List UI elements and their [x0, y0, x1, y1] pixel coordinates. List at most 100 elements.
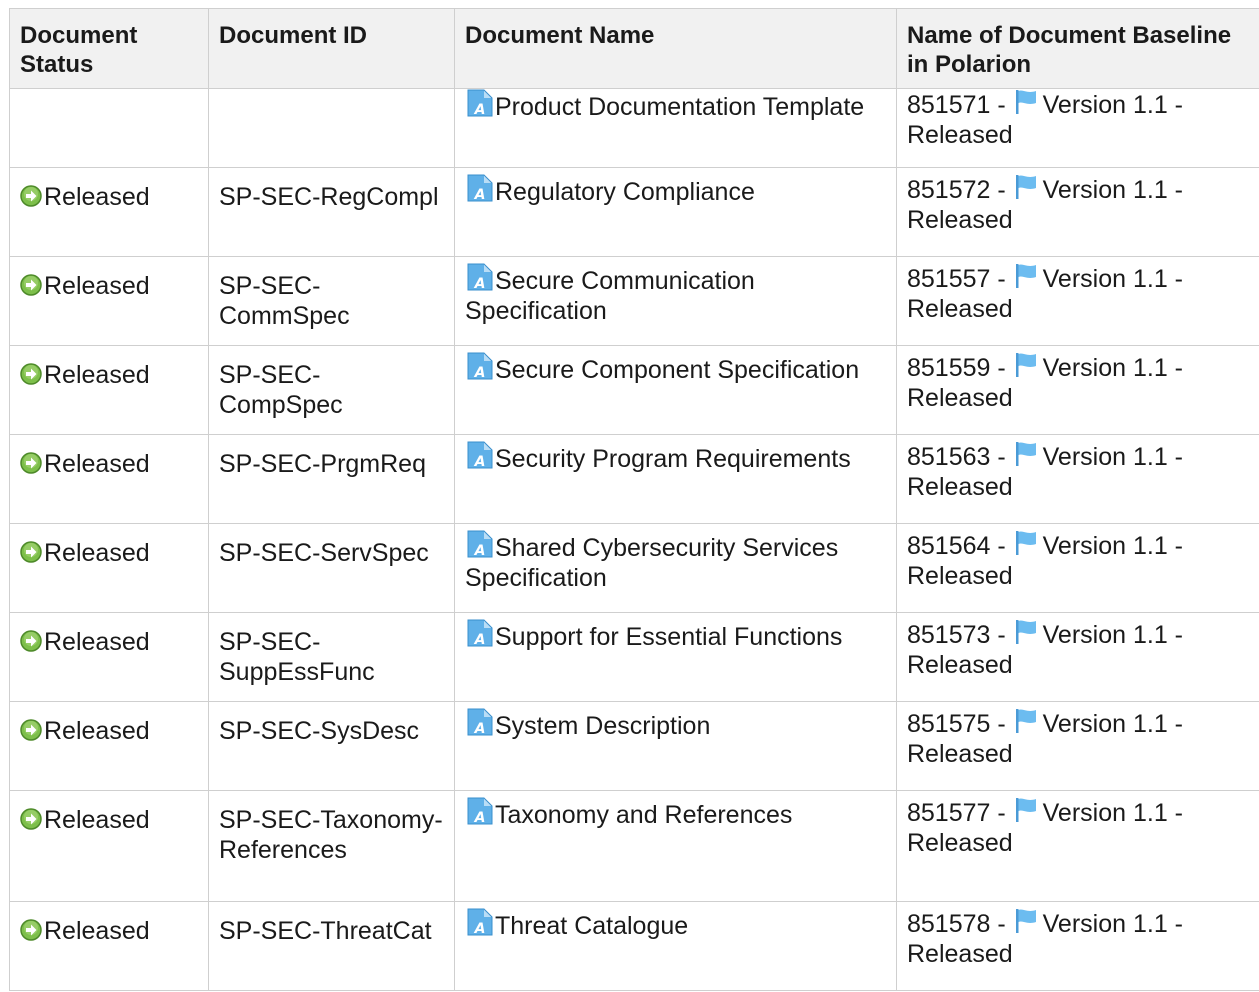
document-name-cell[interactable]: A Threat Catalogue — [454, 901, 897, 991]
header-document-status[interactable]: Document Status — [9, 8, 209, 89]
status-label: Released — [44, 806, 150, 834]
document-name-link[interactable]: Secure Component Specification — [495, 356, 859, 384]
document-id-cell: SP-SEC-PrgmReq — [208, 434, 455, 524]
document-id-cell: SP-SEC-Taxonomy-References — [208, 790, 455, 902]
baseline-flag-icon — [1013, 797, 1039, 823]
document-icon: A — [465, 352, 493, 381]
document-id: SP-SEC-ThreatCat — [219, 917, 432, 945]
header-document-id[interactable]: Document ID — [208, 8, 455, 89]
document-name-cell[interactable]: A System Description — [454, 701, 897, 791]
baseline-id: 851575 - — [907, 710, 1013, 738]
status-label: Released — [44, 450, 150, 478]
status-cell: Released — [9, 701, 209, 791]
document-id: SP-SEC-RegCompl — [219, 183, 439, 211]
document-name-cell[interactable]: A Support for Essential Functions — [454, 612, 897, 702]
released-status-icon — [20, 718, 42, 741]
baseline-flag-icon — [1013, 174, 1039, 200]
released-status-icon — [20, 184, 42, 207]
document-icon: A — [465, 797, 493, 826]
document-name-cell[interactable]: A Regulatory Compliance — [454, 167, 897, 257]
released-status-icon — [20, 451, 42, 474]
document-icon: A — [465, 174, 493, 203]
table-row: Released SP-SEC-SysDesc A System Descrip… — [9, 701, 1259, 791]
released-status-icon — [20, 807, 42, 830]
baseline-cell: 851573 - Version 1.1 - Released — [896, 612, 1259, 702]
table-header-row: Document Status Document ID Document Nam… — [9, 8, 1259, 89]
released-status-icon — [20, 918, 42, 941]
status-cell: Released — [9, 345, 209, 435]
status-cell: Released — [9, 901, 209, 991]
document-name-link[interactable]: Shared Cybersecurity Services Specificat… — [465, 534, 838, 592]
document-name-cell[interactable]: A Taxonomy and References — [454, 790, 897, 902]
document-id: SP-SEC-PrgmReq — [219, 450, 426, 478]
baseline-cell: 851563 - Version 1.1 - Released — [896, 434, 1259, 524]
status-cell: Released — [9, 167, 209, 257]
document-id: SP-SEC-SysDesc — [219, 717, 420, 745]
status-label: Released — [44, 917, 150, 945]
table-row: Released SP-SEC-SuppEssFunc A Support fo… — [9, 612, 1259, 702]
documents-table-container: Document Status Document ID Document Nam… — [9, 8, 1259, 991]
document-name-cell[interactable]: A Product Documentation Template — [454, 88, 897, 168]
released-status-icon — [20, 273, 42, 296]
table-row: Released SP-SEC-Taxonomy-References A Ta… — [9, 790, 1259, 902]
header-baseline-name[interactable]: Name of Document Baseline in Polarion — [896, 8, 1259, 89]
document-name-link[interactable]: Security Program Requirements — [495, 445, 851, 473]
released-status-icon — [20, 540, 42, 563]
baseline-cell: 851557 - Version 1.1 - Released — [896, 256, 1259, 346]
table-body: A Product Documentation Template 851571 … — [9, 88, 1259, 991]
document-id-cell: SP-SEC-CommSpec — [208, 256, 455, 346]
baseline-flag-icon — [1013, 530, 1039, 556]
document-id: SP-SEC-CommSpec — [219, 272, 350, 330]
baseline-cell: 851559 - Version 1.1 - Released — [896, 345, 1259, 435]
svg-text:A: A — [474, 187, 486, 202]
baseline-id: 851572 - — [907, 176, 1013, 204]
header-document-name[interactable]: Document Name — [454, 8, 897, 89]
status-label: Released — [44, 183, 150, 211]
document-name-cell[interactable]: A Secure Component Specification — [454, 345, 897, 435]
status-cell: Released — [9, 256, 209, 346]
document-name-link[interactable]: Threat Catalogue — [495, 912, 688, 940]
documents-table: Document Status Document ID Document Nam… — [9, 8, 1259, 991]
baseline-id: 851578 - — [907, 910, 1013, 938]
baseline-cell: 851571 - Version 1.1 - Released — [896, 88, 1259, 168]
document-name-cell[interactable]: A Shared Cybersecurity Services Specific… — [454, 523, 897, 613]
document-name-link[interactable]: System Description — [495, 712, 710, 740]
baseline-id: 851563 - — [907, 443, 1013, 471]
svg-text:A: A — [474, 632, 486, 647]
baseline-id: 851577 - — [907, 799, 1013, 827]
status-cell — [9, 88, 209, 168]
status-label: Released — [44, 361, 150, 389]
table-row: Released SP-SEC-PrgmReq A Security Progr… — [9, 434, 1259, 524]
baseline-flag-icon — [1013, 89, 1039, 115]
document-name-cell[interactable]: A Security Program Requirements — [454, 434, 897, 524]
svg-text:A: A — [474, 721, 486, 736]
svg-text:A: A — [474, 454, 486, 469]
document-id: SP-SEC-CompSpec — [219, 361, 343, 419]
baseline-cell: 851564 - Version 1.1 - Released — [896, 523, 1259, 613]
status-cell: Released — [9, 612, 209, 702]
released-status-icon — [20, 362, 42, 385]
svg-text:A: A — [474, 276, 486, 291]
baseline-flag-icon — [1013, 708, 1039, 734]
document-name-link[interactable]: Regulatory Compliance — [495, 178, 755, 206]
baseline-flag-icon — [1013, 263, 1039, 289]
baseline-cell: 851577 - Version 1.1 - Released — [896, 790, 1259, 902]
document-name-link[interactable]: Support for Essential Functions — [495, 623, 842, 651]
svg-text:A: A — [474, 810, 486, 825]
document-name-cell[interactable]: A Secure Communication Specification — [454, 256, 897, 346]
table-row: Released SP-SEC-RegCompl A Regulatory Co… — [9, 167, 1259, 257]
status-label: Released — [44, 272, 150, 300]
document-name-link[interactable]: Taxonomy and References — [495, 801, 792, 829]
document-name-link[interactable]: Product Documentation Template — [495, 93, 864, 121]
table-row: A Product Documentation Template 851571 … — [9, 88, 1259, 168]
document-id-cell: SP-SEC-SuppEssFunc — [208, 612, 455, 702]
status-label: Released — [44, 628, 150, 656]
document-id: SP-SEC-ServSpec — [219, 539, 429, 567]
document-icon: A — [465, 530, 493, 559]
released-status-icon — [20, 629, 42, 652]
document-icon: A — [465, 89, 493, 118]
document-name-link[interactable]: Secure Communication Specification — [465, 267, 755, 325]
svg-text:A: A — [474, 543, 486, 558]
svg-text:A: A — [474, 921, 486, 936]
baseline-id: 851557 - — [907, 265, 1013, 293]
